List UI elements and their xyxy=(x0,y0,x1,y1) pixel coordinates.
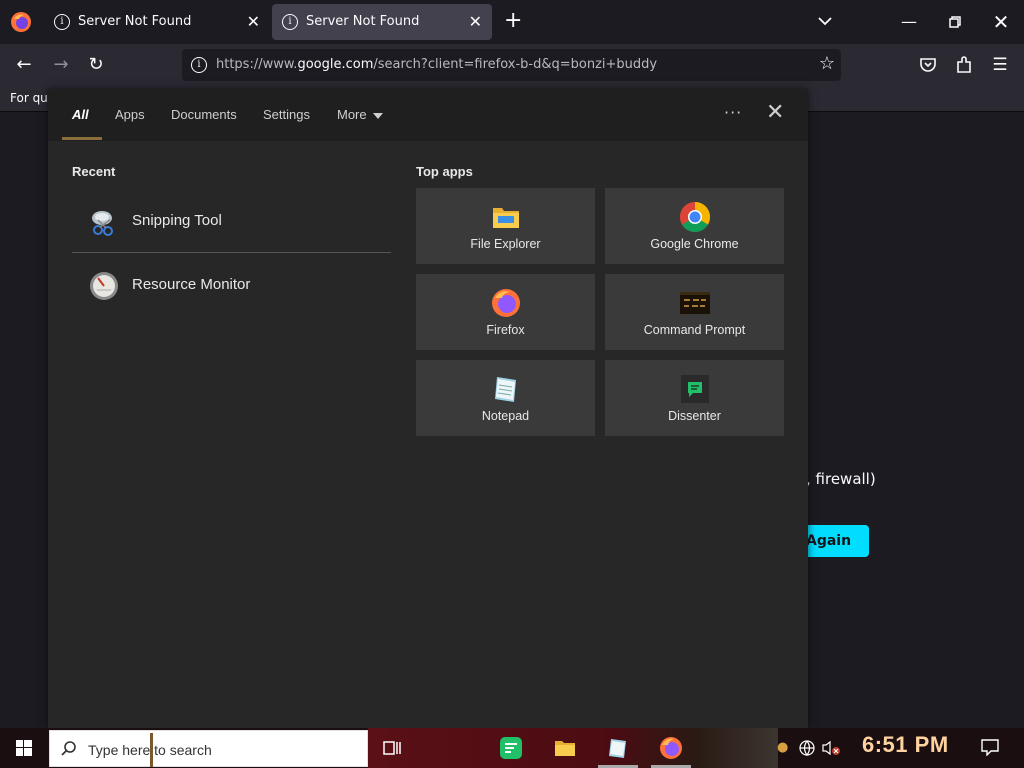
tab-settings[interactable]: Settings xyxy=(263,107,310,122)
bookmark-star-icon[interactable]: ☆ xyxy=(819,53,835,74)
error-text: , firewall) xyxy=(806,470,876,488)
tile-label: Dissenter xyxy=(668,409,721,423)
url-text[interactable]: https://www.google.com/search?client=fir… xyxy=(216,57,657,72)
close-tab-icon[interactable]: ✕ xyxy=(247,12,260,31)
app-tile-firefox[interactable]: Firefox xyxy=(416,274,595,350)
firefox-taskbar-icon[interactable] xyxy=(659,736,683,760)
recent-heading: Recent xyxy=(72,164,116,179)
tile-label: Notepad xyxy=(481,409,530,423)
browser-nav-bar: ← → ↻ i https://www.google.com/search?cl… xyxy=(0,44,1024,86)
clock[interactable]: 6:51 PM xyxy=(862,732,949,758)
try-again-label: Again xyxy=(806,533,852,549)
windows-start-icon[interactable] xyxy=(0,728,48,768)
tab-title: Server Not Found xyxy=(306,14,420,29)
taskbar-search-input[interactable]: Type here to search xyxy=(49,730,368,767)
close-window-icon[interactable]: ✕ xyxy=(978,0,1024,44)
close-icon[interactable]: ✕ xyxy=(766,101,784,125)
extensions-icon[interactable] xyxy=(955,55,973,75)
start-search-panel: All Apps Documents Settings More ··· ✕ R… xyxy=(48,89,808,728)
tile-label: Google Chrome xyxy=(650,237,739,251)
resource-monitor-icon xyxy=(90,272,118,300)
tile-label: Firefox xyxy=(486,323,525,337)
text-cursor xyxy=(150,733,153,767)
network-globe-icon[interactable] xyxy=(799,740,815,756)
app-tile-notepad[interactable]: Notepad xyxy=(416,360,595,436)
more-options-icon[interactable]: ··· xyxy=(724,103,742,122)
divider xyxy=(72,252,391,253)
recent-item-label: Snipping Tool xyxy=(132,212,222,229)
browser-tab-active[interactable]: i Server Not Found ✕ xyxy=(272,4,492,40)
tab-documents[interactable]: Documents xyxy=(171,107,237,122)
tab-more-label: More xyxy=(337,107,367,122)
active-tab-indicator xyxy=(62,137,102,140)
app-tile-file-explorer[interactable]: File Explorer xyxy=(416,188,595,264)
app-tile-dissenter[interactable]: Dissenter xyxy=(605,360,784,436)
notepad-icon xyxy=(495,377,516,402)
firefox-menu-icon[interactable] xyxy=(10,11,32,33)
app-tile-command-prompt[interactable]: Command Prompt xyxy=(605,274,784,350)
browser-tab[interactable]: i Server Not Found ✕ xyxy=(44,4,270,40)
tray-app-icon[interactable]: ● xyxy=(777,740,788,755)
caret-down-icon xyxy=(372,112,383,119)
tab-title: Server Not Found xyxy=(78,14,192,29)
taskbar: Type here to search ● 6:51 PM xyxy=(0,728,1024,768)
recent-item-resource-monitor[interactable]: Resource Monitor xyxy=(72,258,391,314)
task-view-icon[interactable] xyxy=(380,736,404,760)
chrome-icon xyxy=(679,202,711,233)
new-tab-icon[interactable]: + xyxy=(504,10,522,32)
tile-label: Command Prompt xyxy=(643,323,746,337)
notifications-icon[interactable] xyxy=(980,738,1000,756)
tab-apps[interactable]: Apps xyxy=(115,107,145,122)
pocket-icon[interactable] xyxy=(919,56,937,74)
volume-muted-icon[interactable] xyxy=(821,740,841,756)
snipping-tool-icon xyxy=(92,211,113,236)
chevron-down-icon[interactable] xyxy=(816,12,834,30)
close-tab-icon[interactable]: ✕ xyxy=(469,12,482,31)
browser-tab-bar: i Server Not Found ✕ i Server Not Found … xyxy=(0,0,1024,44)
firefox-icon xyxy=(492,289,520,317)
restore-icon[interactable] xyxy=(932,0,978,44)
menu-icon[interactable]: ☰ xyxy=(987,53,1013,77)
search-filter-tabs: All Apps Documents Settings More ··· ✕ xyxy=(48,89,808,141)
info-icon: i xyxy=(282,14,298,30)
tab-more[interactable]: More xyxy=(337,107,383,122)
back-icon[interactable]: ← xyxy=(11,53,37,77)
bookmarks-text: For qui xyxy=(10,91,52,105)
dissenter-icon xyxy=(681,375,709,403)
file-explorer-taskbar-icon[interactable] xyxy=(553,736,577,760)
minimize-icon[interactable]: — xyxy=(886,0,932,44)
top-apps-heading: Top apps xyxy=(416,164,473,179)
folder-icon xyxy=(493,208,519,228)
tab-all[interactable]: All xyxy=(72,107,89,122)
app-tile-google-chrome[interactable]: Google Chrome xyxy=(605,188,784,264)
dissenter-taskbar-icon[interactable] xyxy=(499,736,523,760)
command-prompt-icon xyxy=(680,292,710,314)
notepad-taskbar-icon[interactable] xyxy=(606,736,630,760)
recent-item-label: Resource Monitor xyxy=(132,276,251,293)
info-icon[interactable]: i xyxy=(191,57,207,73)
info-icon: i xyxy=(54,14,70,30)
url-bar[interactable]: i https://www.google.com/search?client=f… xyxy=(182,49,841,81)
tile-label: File Explorer xyxy=(470,237,541,251)
reload-icon[interactable]: ↻ xyxy=(83,53,109,77)
search-icon xyxy=(61,741,76,756)
recent-item-snipping-tool[interactable]: Snipping Tool xyxy=(72,194,391,250)
forward-icon[interactable]: → xyxy=(48,53,74,77)
